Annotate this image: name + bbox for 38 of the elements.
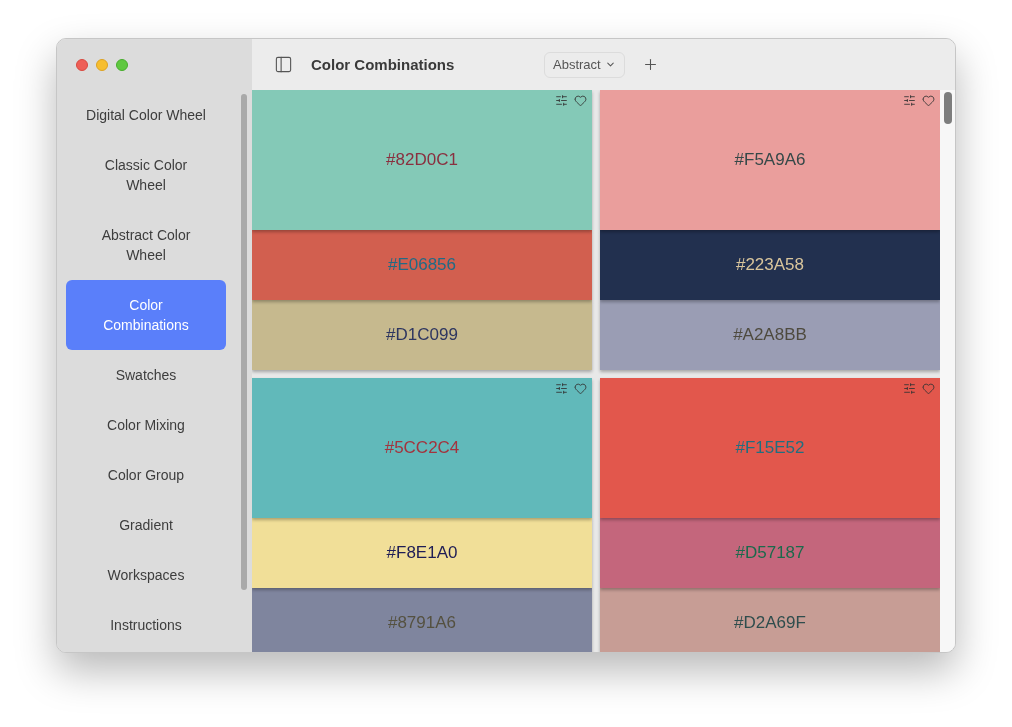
hex-label: #223A58 bbox=[735, 254, 805, 276]
sidebar-item[interactable]: Color Group bbox=[66, 450, 226, 500]
chevron-down-icon bbox=[604, 59, 616, 70]
sliders-icon[interactable] bbox=[903, 94, 916, 107]
sliders-icon[interactable] bbox=[555, 382, 568, 395]
hex-label: #F5A9A6 bbox=[734, 149, 806, 171]
sidebar-scrollbar-thumb[interactable] bbox=[241, 94, 247, 590]
hex-label: #D1C099 bbox=[386, 324, 458, 346]
sidebar-item[interactable]: Swatches bbox=[66, 350, 226, 400]
sliders-icon[interactable] bbox=[903, 382, 916, 395]
sidebar-item[interactable]: Abstract Color Wheel bbox=[66, 210, 226, 280]
hex-label: #D2A69F bbox=[734, 612, 806, 634]
hex-label: #F8E1A0 bbox=[386, 542, 458, 564]
sidebar-item[interactable]: Classic Color Wheel bbox=[66, 140, 226, 210]
sliders-icon[interactable] bbox=[555, 94, 568, 107]
sidebar-item[interactable]: Gradient bbox=[66, 500, 226, 550]
sidebar-item[interactable]: Color Combinations bbox=[66, 280, 226, 350]
sidebar-item[interactable]: Color Mixing bbox=[66, 400, 226, 450]
hex-label: #F15E52 bbox=[735, 437, 805, 459]
close-icon[interactable] bbox=[76, 58, 88, 71]
heart-icon[interactable] bbox=[574, 94, 587, 107]
hex-label: #E06856 bbox=[387, 254, 457, 276]
hex-label: #5CC2C4 bbox=[384, 437, 460, 459]
hex-label: #A2A8BB bbox=[733, 324, 807, 346]
maximize-icon[interactable] bbox=[116, 58, 128, 71]
heart-icon[interactable] bbox=[922, 382, 935, 395]
scrollbar-thumb[interactable] bbox=[944, 92, 952, 124]
heart-icon[interactable] bbox=[922, 94, 935, 107]
heart-icon[interactable] bbox=[574, 382, 587, 395]
sidebar-item[interactable]: Workspaces bbox=[66, 550, 226, 600]
style-dropdown[interactable]: Abstract bbox=[544, 51, 625, 78]
toolbar-title: Color Combinations bbox=[311, 55, 455, 73]
sidebar-item[interactable]: Digital Color Wheel bbox=[66, 90, 226, 140]
hex-label: #8791A6 bbox=[387, 612, 457, 634]
sidebar-item[interactable]: Instructions bbox=[66, 600, 226, 650]
sidebar-toggle-icon[interactable] bbox=[274, 55, 293, 74]
hex-label: #82D0C1 bbox=[386, 149, 458, 171]
hex-label: #D57187 bbox=[735, 542, 805, 564]
